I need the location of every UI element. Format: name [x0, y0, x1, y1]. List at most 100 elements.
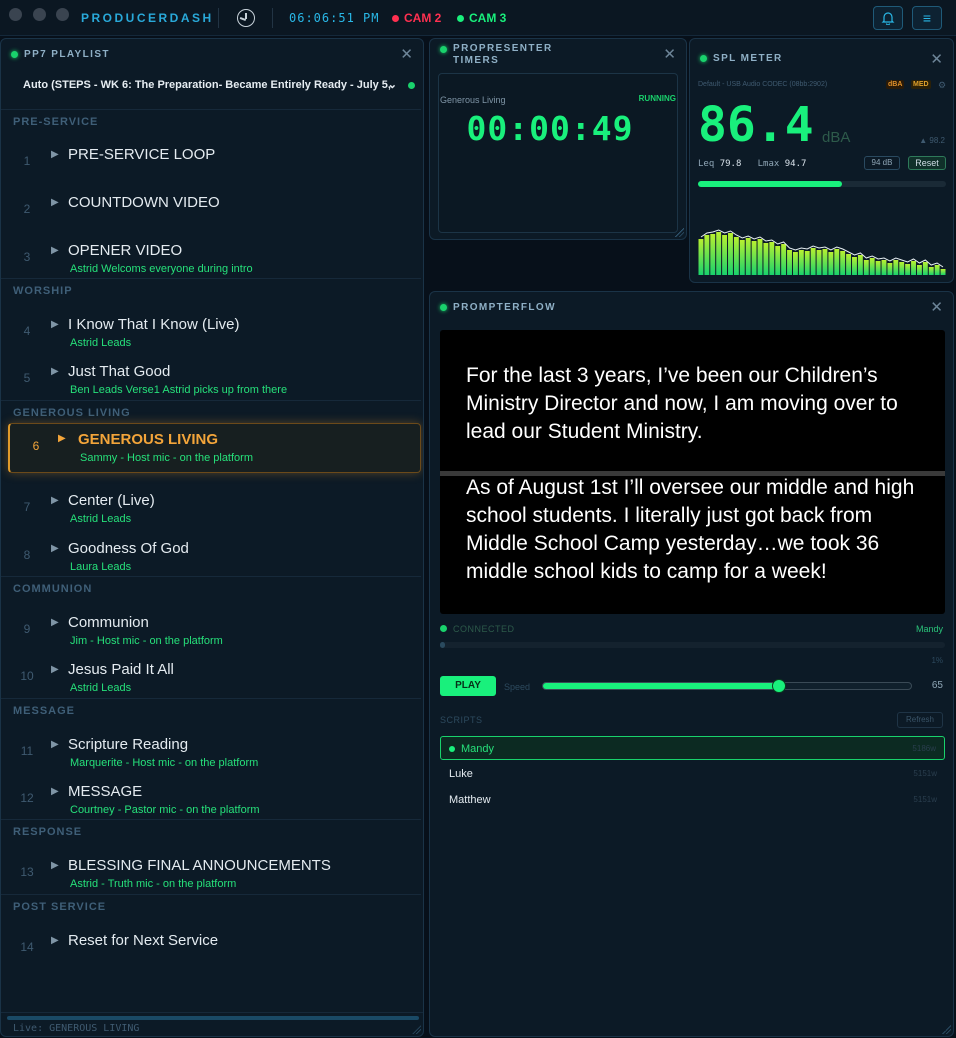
item-number: 11: [20, 744, 34, 758]
playlist-item[interactable]: 13 ▶ BLESSING FINAL ANNOUNCEMENTS Astrid - …: [1, 848, 421, 892]
resize-handle[interactable]: [942, 1025, 951, 1034]
notifications-button[interactable]: [873, 6, 903, 30]
playlist-item[interactable]: 8 ▶ Goodness Of God Laura Leads: [1, 531, 421, 575]
playlist-section-divider: [1, 819, 421, 820]
cam2-indicator: CAM 2: [392, 11, 441, 25]
spl-history-bar: [928, 267, 934, 275]
play-icon[interactable]: ▶: [51, 366, 59, 377]
playlist-item[interactable]: 7 ▶ Center (Live) Astrid Leads: [1, 483, 421, 527]
item-number: 3: [23, 250, 31, 264]
settings-gear-icon[interactable]: ⚙: [938, 80, 946, 91]
play-icon[interactable]: ▶: [51, 739, 59, 750]
item-number: 12: [20, 791, 34, 805]
play-button[interactable]: PLAY: [440, 676, 496, 696]
playlist-item[interactable]: 2 ▶ COUNTDOWN VIDEO: [1, 185, 421, 229]
item-title: OPENER VIDEO: [68, 242, 183, 259]
play-icon[interactable]: ▶: [58, 433, 66, 444]
script-item[interactable]: Matthew 5151w: [440, 788, 945, 812]
playlist-item[interactable]: 14 ▶ Reset for Next Service: [1, 923, 421, 967]
panel-header: SPL METER ✕: [690, 39, 953, 77]
playlist-item[interactable]: 12 ▶ MESSAGE Courtney - Pastor mic - on the…: [1, 774, 421, 818]
item-number: 4: [23, 324, 31, 338]
window-close-button[interactable]: [9, 8, 22, 21]
window-minimize-button[interactable]: [33, 8, 46, 21]
menu-button[interactable]: ≡: [912, 6, 942, 30]
response-badge[interactable]: MED: [911, 80, 931, 89]
lmax-value: 94.7: [784, 159, 807, 169]
panel-title: SPL METER: [713, 52, 783, 64]
play-icon[interactable]: ▶: [51, 495, 59, 506]
item-note: Courtney - Pastor mic - on the platform: [70, 804, 260, 816]
play-icon[interactable]: ▶: [51, 786, 59, 797]
spl-history-bar: [922, 262, 928, 275]
spl-history-bar: [722, 235, 728, 275]
playlist-section-divider: [1, 894, 421, 895]
item-title: GENEROUS LIVING: [78, 431, 219, 448]
playlist-item[interactable]: 6 ▶ GENEROUS LIVING Sammy - Host mic - on t…: [8, 423, 421, 473]
spl-history-bar: [828, 252, 834, 275]
speed-label: Speed: [504, 682, 531, 692]
item-note: Astrid Leads: [70, 682, 132, 694]
close-icon[interactable]: ✕: [663, 45, 676, 63]
panel-title: PP7 PLAYLIST: [24, 48, 110, 60]
spl-stats: Leq 79.8 Lmax 94.7: [698, 159, 807, 169]
spl-history-bar: [834, 249, 840, 275]
play-icon[interactable]: ▶: [51, 149, 59, 160]
play-icon[interactable]: ▶: [51, 197, 59, 208]
spl-history-bar: [940, 269, 946, 275]
item-title: Just That Good: [68, 363, 171, 380]
spl-unit: dBA: [822, 129, 851, 146]
playlist-select[interactable]: Auto (STEPS - WK 6: The Preparation- Bec…: [9, 69, 419, 101]
spl-history-bar: [733, 237, 739, 275]
playlist-item[interactable]: 5 ▶ Just That Good Ben Leads Verse1 Astrid …: [1, 354, 421, 398]
refresh-button[interactable]: Refresh: [897, 712, 943, 728]
spl-history-bar: [739, 240, 745, 275]
spl-history-bar: [728, 233, 733, 275]
playlist-item[interactable]: 10 ▶ Jesus Paid It All Astrid Leads: [1, 652, 421, 696]
item-title: Jesus Paid It All: [68, 661, 174, 678]
divider: [218, 8, 219, 28]
section-title: WORSHIP: [13, 285, 73, 297]
spl-history-bar: [763, 243, 769, 275]
section-title: POST SERVICE: [13, 901, 107, 913]
weighting-badge[interactable]: dBA: [886, 80, 905, 89]
playlist-footer: Live: GENEROUS LIVING: [1, 1012, 423, 1036]
reset-button[interactable]: Reset: [908, 156, 946, 170]
spl-meter-panel: SPL METER ✕ Default - USB Audio CODEC (0…: [689, 38, 954, 283]
spl-level-fill: [698, 181, 842, 187]
playlist-item[interactable]: 1 ▶ PRE-SERVICE LOOP: [1, 137, 421, 181]
playlist-item[interactable]: 4 ▶ I Know That I Know (Live) Astrid Leads: [1, 307, 421, 351]
close-icon[interactable]: ✕: [400, 45, 413, 63]
play-icon[interactable]: ▶: [51, 664, 59, 675]
script-item[interactable]: Mandy 5186w: [440, 736, 945, 760]
speed-slider[interactable]: [542, 679, 912, 693]
play-icon[interactable]: ▶: [51, 319, 59, 330]
play-icon[interactable]: ▶: [51, 860, 59, 871]
spl-history-bar: [905, 264, 911, 275]
close-icon[interactable]: ✕: [930, 50, 943, 68]
spl-history-bar: [810, 248, 816, 275]
item-number: 10: [20, 669, 34, 683]
script-progress-bar[interactable]: [440, 642, 945, 648]
play-icon[interactable]: ▶: [51, 543, 59, 554]
resize-handle[interactable]: [675, 228, 684, 237]
scrollbar[interactable]: [7, 1016, 419, 1020]
spl-value: 86.4: [698, 97, 814, 153]
speed-slider-handle[interactable]: [771, 679, 786, 693]
play-icon[interactable]: ▶: [51, 617, 59, 628]
close-icon[interactable]: ✕: [930, 298, 943, 316]
play-icon[interactable]: ▶: [51, 245, 59, 256]
play-icon[interactable]: ▶: [51, 935, 59, 946]
script-word-count: 5151w: [913, 795, 937, 804]
playlist-item[interactable]: 11 ▶ Scripture Reading Marquerite - Host mi…: [1, 727, 421, 771]
item-number: 14: [20, 940, 34, 954]
script-item[interactable]: Luke 5151w: [440, 762, 945, 786]
playlist-item[interactable]: 9 ▶ Communion Jim - Host mic - on the platf…: [1, 605, 421, 649]
calibrate-button[interactable]: 94 dB: [864, 156, 900, 170]
window-maximize-button[interactable]: [56, 8, 69, 21]
spl-history-bar: [751, 241, 757, 275]
cam3-dot: [457, 14, 464, 22]
resize-handle[interactable]: [412, 1025, 421, 1034]
spl-history-bar: [887, 263, 893, 275]
playlist-item[interactable]: 3 ▶ OPENER VIDEO Astrid Welcoms everyone du…: [1, 233, 421, 277]
